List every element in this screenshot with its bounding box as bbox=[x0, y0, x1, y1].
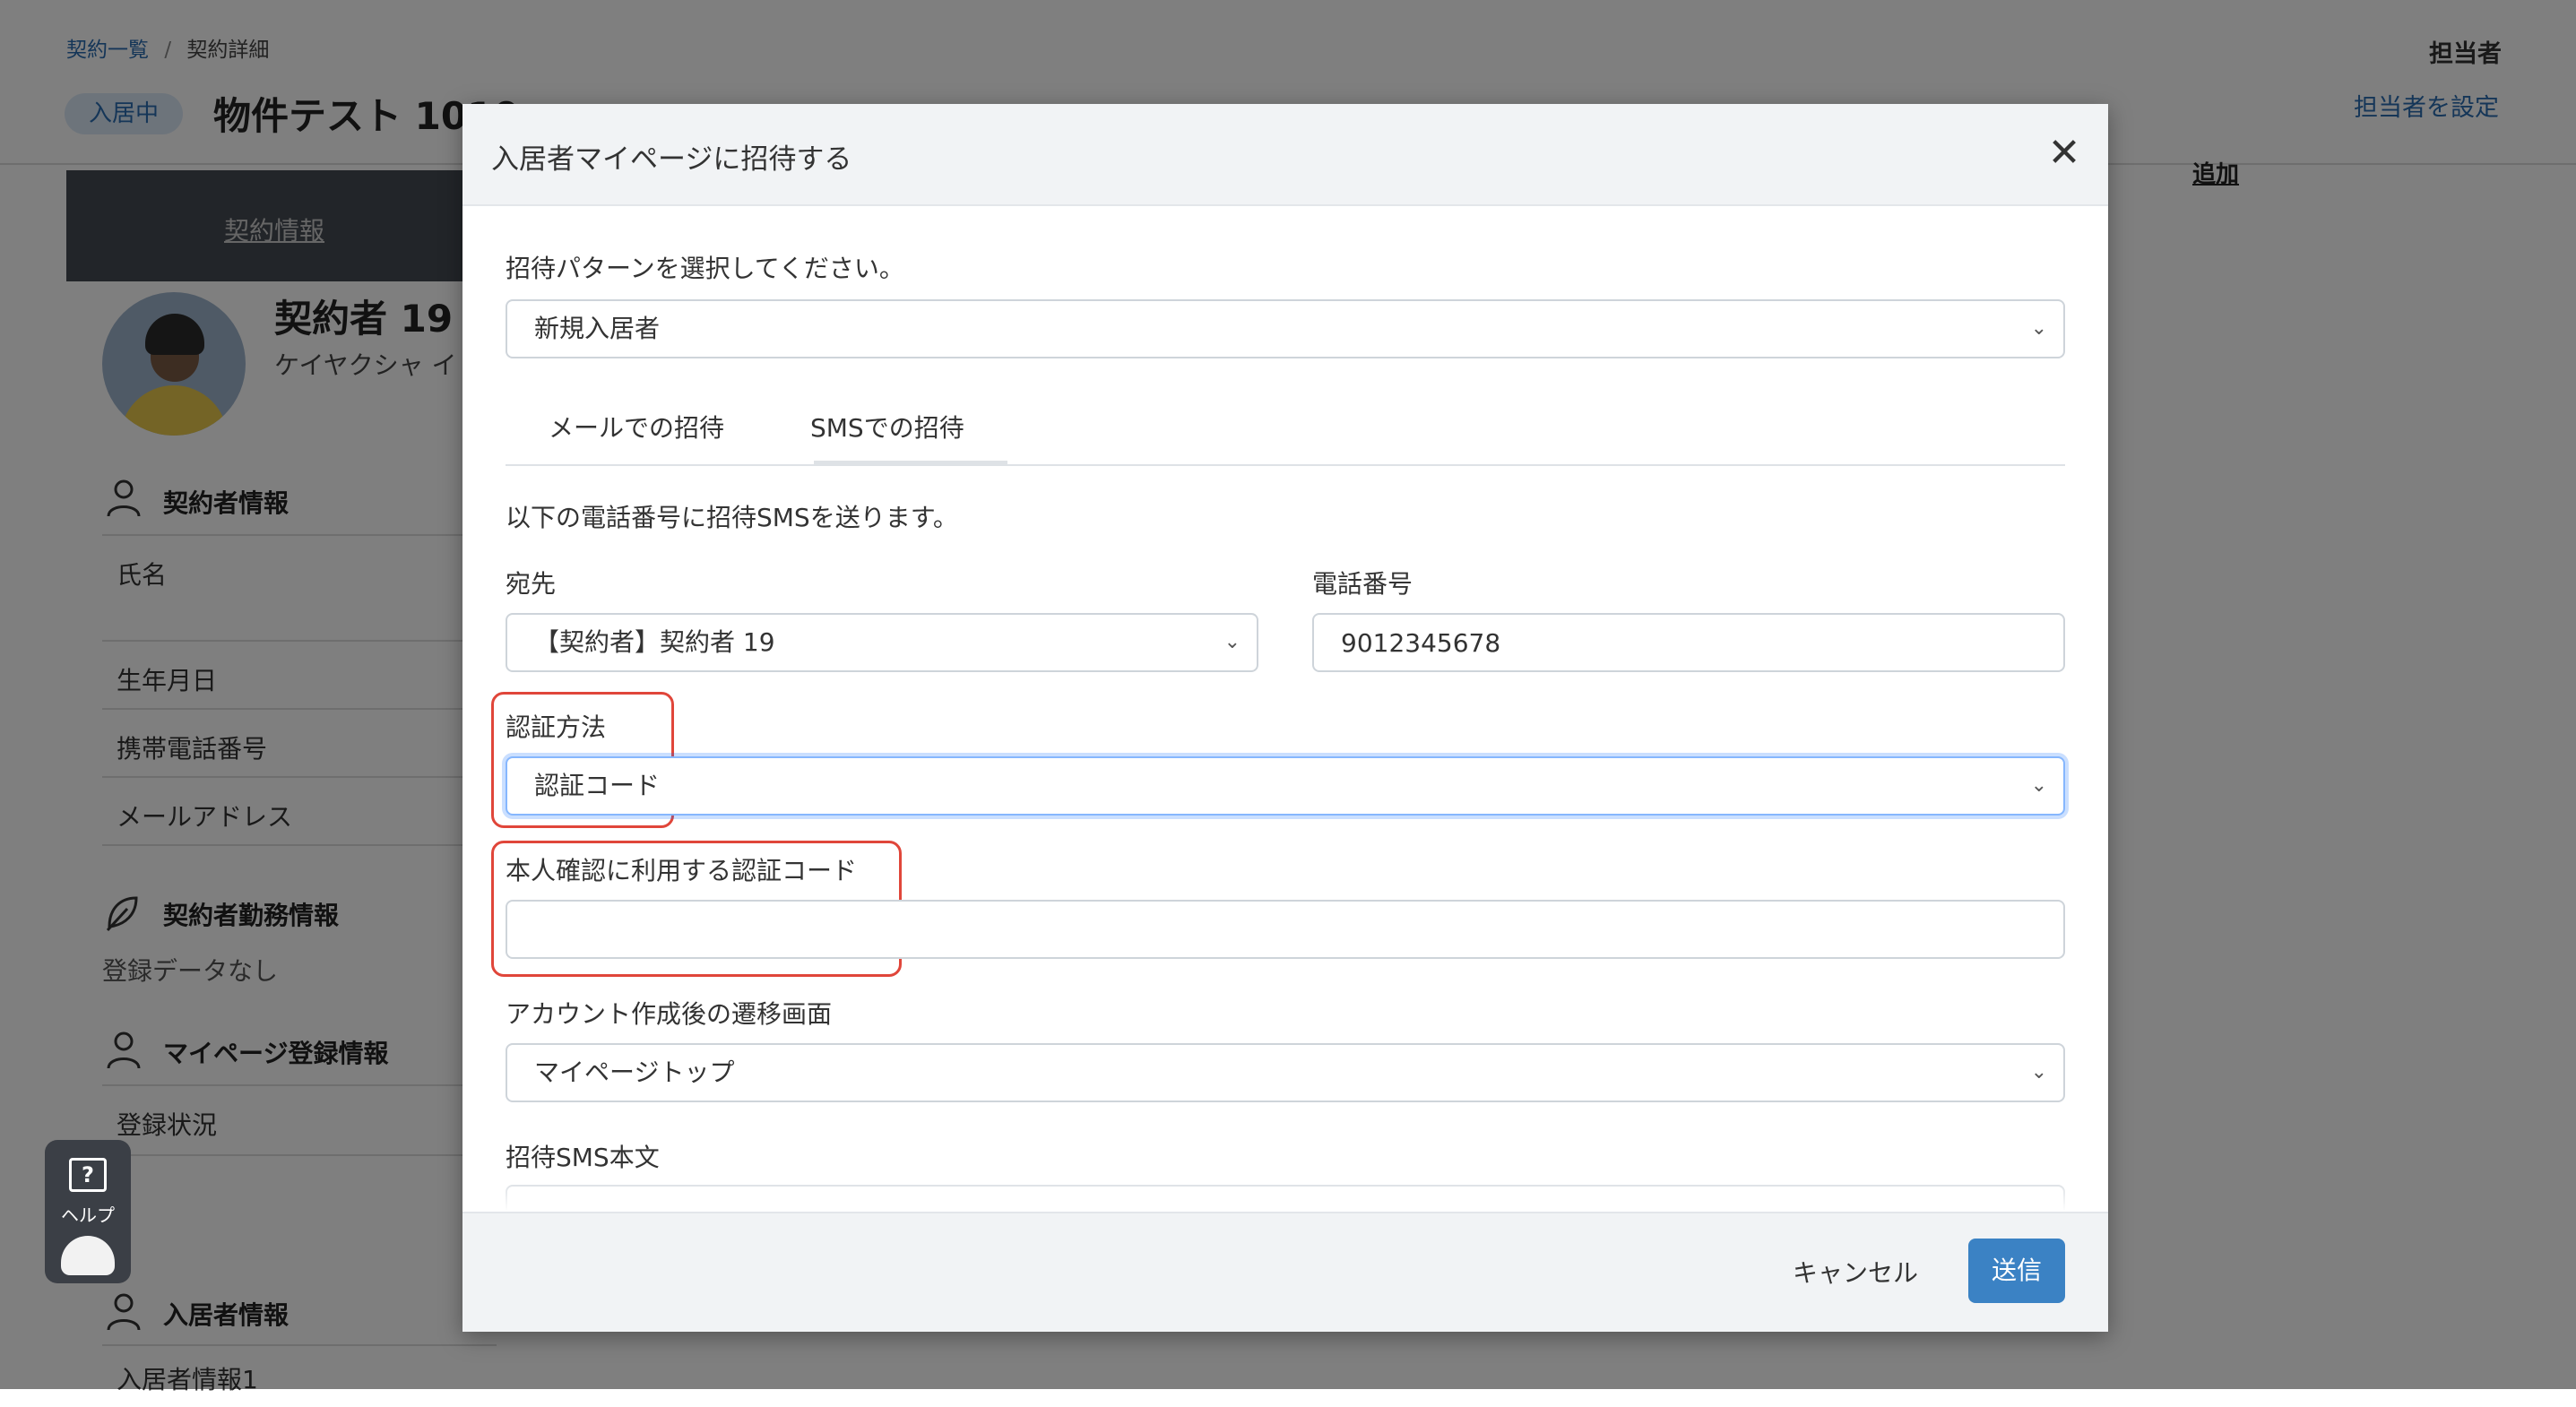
send-button[interactable]: 送信 bbox=[1968, 1239, 2065, 1303]
tab-email-invite[interactable]: メールでの招待 bbox=[549, 409, 724, 445]
phone-label: 電話番号 bbox=[1312, 569, 1413, 599]
invite-modal: 入居者マイページに招待する ✕ 招待パターンを選択してください。 新規入居者 ⌄… bbox=[462, 104, 2108, 1332]
close-icon[interactable]: ✕ bbox=[2042, 131, 2087, 176]
cancel-button[interactable]: キャンセル bbox=[1793, 1242, 1918, 1305]
tab-sms-invite[interactable]: SMSでの招待 bbox=[810, 409, 964, 445]
modal-title: 入居者マイページに招待する bbox=[491, 143, 852, 176]
redirect-select[interactable]: マイページトップ ⌄ bbox=[506, 1043, 2065, 1102]
pattern-label: 招待パターンを選択してください。 bbox=[506, 254, 904, 283]
tabs-underline bbox=[506, 464, 2065, 466]
auth-code-label: 本人確認に利用する認証コード bbox=[506, 856, 858, 885]
scroll-fade bbox=[506, 1179, 2065, 1212]
chevron-down-icon: ⌄ bbox=[2030, 317, 2047, 340]
help-icon: ? bbox=[69, 1158, 107, 1192]
chevron-down-icon: ⌄ bbox=[1223, 631, 1240, 653]
auth-method-select[interactable]: 認証コード ⌄ bbox=[506, 756, 2065, 816]
redirect-label: アカウント作成後の遷移画面 bbox=[506, 999, 833, 1029]
auth-method-select-value: 認証コード bbox=[534, 771, 661, 800]
help-widget[interactable]: ? ヘルプ bbox=[45, 1140, 131, 1283]
chevron-down-icon: ⌄ bbox=[2030, 774, 2047, 797]
phone-input[interactable] bbox=[1312, 613, 2065, 672]
auth-code-input[interactable] bbox=[506, 900, 2065, 959]
recipient-select-value: 【契約者】契約者 19 bbox=[534, 627, 775, 657]
sms-description: 以下の電話番号に招待SMSを送ります。 bbox=[506, 503, 958, 532]
pattern-select-value: 新規入居者 bbox=[534, 314, 661, 343]
recipient-label: 宛先 bbox=[506, 569, 557, 599]
bear-mascot-icon bbox=[61, 1236, 115, 1275]
auth-method-label: 認証方法 bbox=[506, 712, 607, 742]
redirect-select-value: マイページトップ bbox=[534, 1057, 735, 1087]
sms-body-label: 招待SMS本文 bbox=[506, 1143, 660, 1172]
chevron-down-icon: ⌄ bbox=[2030, 1061, 2047, 1083]
recipient-select[interactable]: 【契約者】契約者 19 ⌄ bbox=[506, 613, 1258, 672]
pattern-select[interactable]: 新規入居者 ⌄ bbox=[506, 299, 2065, 358]
help-label: ヘルプ bbox=[61, 1204, 115, 1226]
active-tab-indicator bbox=[814, 461, 1007, 466]
